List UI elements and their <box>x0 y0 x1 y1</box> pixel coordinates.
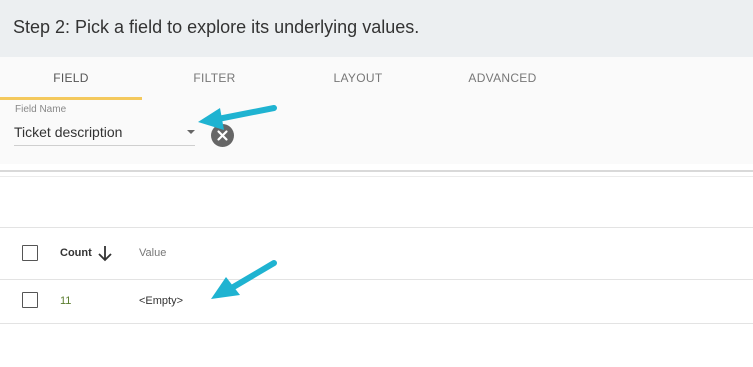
tab-filter[interactable]: FILTER <box>142 57 287 100</box>
select-all-checkbox[interactable] <box>22 245 38 261</box>
column-header-value[interactable]: Value <box>139 247 166 259</box>
tab-layout[interactable]: LAYOUT <box>287 57 429 100</box>
table-divider <box>0 323 753 324</box>
table-divider <box>0 279 753 280</box>
field-name-value: Ticket description <box>14 124 123 140</box>
divider <box>0 176 753 177</box>
page-header: Step 2: Pick a field to explore its unde… <box>0 0 753 57</box>
table-divider <box>0 227 753 228</box>
field-name-label: Field Name <box>15 104 67 115</box>
page-title: Step 2: Pick a field to explore its unde… <box>13 17 420 37</box>
row-count-cell: 11 <box>60 295 72 307</box>
row-checkbox[interactable] <box>22 292 38 308</box>
dropdown-arrow-icon <box>187 130 195 134</box>
tab-bar: FIELD FILTER LAYOUT ADVANCED <box>0 57 753 101</box>
tab-field[interactable]: FIELD <box>0 57 142 100</box>
tab-advanced[interactable]: ADVANCED <box>429 57 576 100</box>
annotation-arrow-icon <box>211 260 277 299</box>
field-name-select[interactable]: Ticket description <box>14 118 195 146</box>
row-value-cell: <Empty> <box>139 295 184 307</box>
annotation-arrow-icon <box>198 105 277 130</box>
sort-down-icon[interactable] <box>97 245 113 263</box>
divider <box>0 170 753 172</box>
column-header-count[interactable]: Count <box>60 247 92 259</box>
